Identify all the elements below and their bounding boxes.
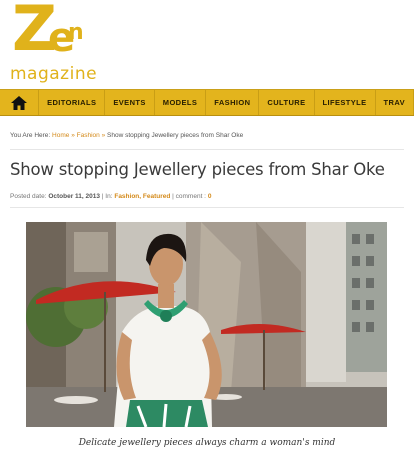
site-logo[interactable]: Z e n magazine — [8, 0, 108, 84]
comment-count-link[interactable]: 0 — [208, 193, 212, 200]
home-icon — [11, 95, 28, 110]
breadcrumb: You Are Here: Home » Fashion » Show stop… — [10, 132, 243, 139]
logo-subtitle: magazine — [10, 64, 98, 84]
breadcrumb-current: Show stopping Jewellery pieces from Shar… — [107, 132, 244, 139]
post-photo — [26, 222, 387, 427]
posted-date-label: Posted date: — [10, 193, 47, 200]
main-nav: EDITORIALS EVENTS MODELS FASHION CULTURE… — [0, 89, 414, 116]
nav-home-button[interactable] — [0, 90, 40, 115]
breadcrumb-separator: » — [71, 132, 75, 139]
nav-item-fashion[interactable]: FASHION — [206, 90, 260, 115]
breadcrumb-prefix: You Are Here: — [10, 132, 51, 139]
category-label: | In: — [101, 193, 113, 200]
divider — [10, 207, 404, 208]
nav-item-travel[interactable]: TRAV — [376, 90, 414, 115]
fashion-photo-illustration — [26, 222, 387, 427]
divider — [10, 149, 404, 150]
breadcrumb-fashion-link[interactable]: Fashion — [77, 132, 100, 139]
nav-item-editorials[interactable]: EDITORIALS — [39, 90, 106, 115]
category-featured-link[interactable]: Featured — [143, 193, 170, 200]
comment-label: | comment : — [172, 193, 206, 200]
breadcrumb-separator: » — [101, 132, 106, 139]
logo-letter-n: n — [68, 20, 84, 45]
logo-letter-z: Z — [12, 0, 57, 65]
post-title: Show stopping Jewellery pieces from Shar… — [10, 160, 385, 179]
nav-item-culture[interactable]: CULTURE — [259, 90, 315, 115]
post-meta: Posted date: October 11, 2013 | In: Fash… — [10, 193, 211, 200]
nav-item-models[interactable]: MODELS — [155, 90, 207, 115]
nav-item-events[interactable]: EVENTS — [105, 90, 155, 115]
posted-date: October 11, 2013 — [48, 193, 100, 200]
photo-caption: Delicate jewellery pieces always charm a… — [78, 438, 336, 448]
breadcrumb-home-link[interactable]: Home — [52, 132, 69, 139]
nav-item-lifestyle[interactable]: LIFESTYLE — [315, 90, 376, 115]
category-fashion-link[interactable]: Fashion, — [114, 193, 141, 200]
